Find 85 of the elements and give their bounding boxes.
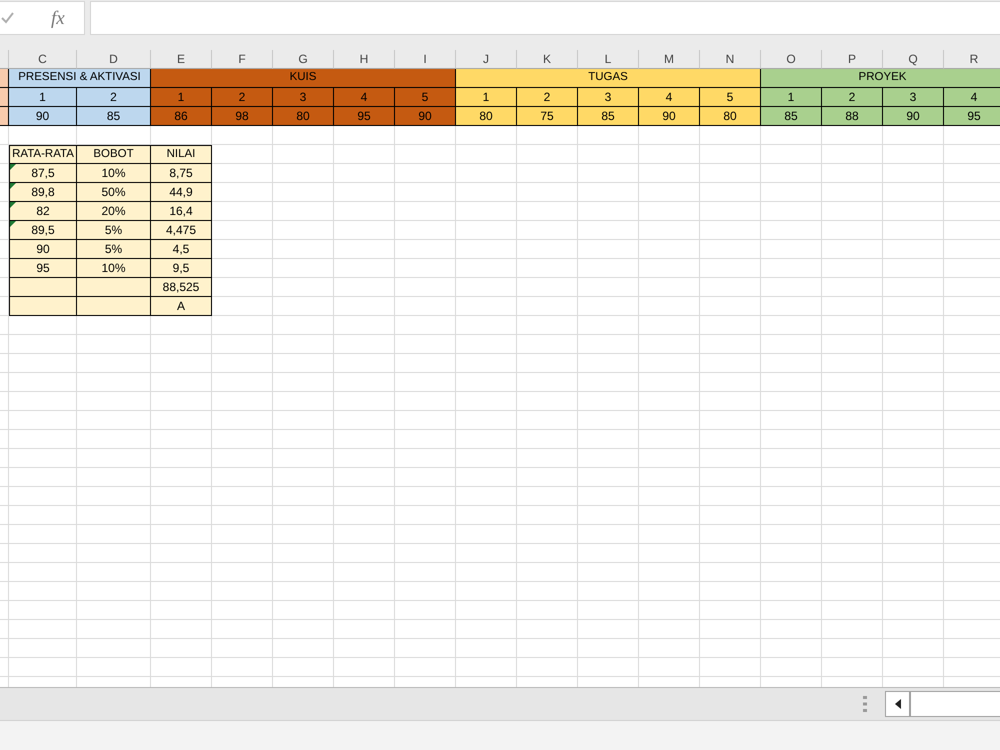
table-cell: 90 [883, 107, 944, 126]
table-cell: 90 [9, 240, 77, 259]
table-cell: 98 [212, 107, 273, 126]
column-header[interactable]: D [77, 50, 151, 69]
column-header[interactable]: P [822, 50, 883, 69]
table-cell: 4 [944, 88, 1000, 107]
table-cell: A [151, 297, 212, 316]
table-cell: 90 [9, 107, 77, 126]
table-cell: 10% [77, 164, 151, 183]
group-header: TUGAS [456, 69, 761, 88]
table-cell: 4,5 [151, 240, 212, 259]
column-heading: RATA-RATA [9, 145, 77, 164]
table-cell: 80 [456, 107, 517, 126]
table-cell: 87,5 [9, 164, 77, 183]
table-cell: 2 [212, 88, 273, 107]
table-cell: 3 [273, 88, 334, 107]
column-heading: BOBOT [77, 145, 151, 164]
table-cell: 50% [77, 183, 151, 202]
table-cell: 4 [334, 88, 395, 107]
table-cell: 89,5 [9, 221, 77, 240]
table-cell: 90 [395, 107, 456, 126]
column-heading: NILAI [151, 145, 212, 164]
table-cell: 3 [883, 88, 944, 107]
column-header[interactable]: M [639, 50, 700, 69]
table-cell: 88,525 [151, 278, 212, 297]
table-cell: 4,475 [151, 221, 212, 240]
table-cell: 20% [77, 202, 151, 221]
group-header: PRESENSI & AKTIVASI [9, 69, 151, 88]
table-cell: 5 [395, 88, 456, 107]
column-header[interactable] [0, 50, 9, 69]
table-cell: 2 [822, 88, 883, 107]
table-cell: 85 [578, 107, 639, 126]
drag-handle-icon[interactable] [863, 696, 867, 712]
table-cell: 5 [700, 88, 761, 107]
table-cell: 2 [517, 88, 578, 107]
caret-left-icon [894, 699, 900, 709]
table-cell: 95 [9, 259, 77, 278]
table-cell: 80 [700, 107, 761, 126]
table-cell: 88 [822, 107, 883, 126]
table-cell: 85 [77, 107, 151, 126]
table-cell: 5% [77, 221, 151, 240]
table-cell: 9,5 [151, 259, 212, 278]
column-header[interactable]: Q [883, 50, 944, 69]
column-header[interactable]: K [517, 50, 578, 69]
table-cell: 10% [77, 259, 151, 278]
table-cell: 82 [9, 202, 77, 221]
group-header: KUIS [151, 69, 456, 88]
insert-function-button[interactable]: fx [49, 8, 67, 28]
column-header[interactable]: H [334, 50, 395, 69]
formula-input[interactable] [90, 1, 1000, 35]
table-cell: 95 [334, 107, 395, 126]
table-cell: 4 [639, 88, 700, 107]
table-cell: 16,4 [151, 202, 212, 221]
table-cell: 2 [77, 88, 151, 107]
check-icon[interactable] [1, 12, 14, 24]
table-cell: 89,8 [9, 183, 77, 202]
colored-cell [0, 88, 9, 107]
table-cell: 1 [151, 88, 212, 107]
column-header[interactable]: G [273, 50, 334, 69]
table-cell: 85 [761, 107, 822, 126]
table-cell: 86 [151, 107, 212, 126]
group-header: PROYEK [761, 69, 1000, 88]
table-cell: 3 [578, 88, 639, 107]
table-cell: 80 [273, 107, 334, 126]
table-cell: 8,75 [151, 164, 212, 183]
column-header[interactable]: C [9, 50, 77, 69]
table-cell: 5% [77, 240, 151, 259]
table-cell: 1 [456, 88, 517, 107]
scroll-left-button[interactable] [885, 691, 910, 717]
column-header[interactable]: F [212, 50, 273, 69]
column-header[interactable]: E [151, 50, 212, 69]
column-header[interactable]: R [944, 50, 1000, 69]
table-cell: 1 [9, 88, 77, 107]
table-cell: 44,9 [151, 183, 212, 202]
column-header[interactable]: I [395, 50, 456, 69]
table-cell: 95 [944, 107, 1000, 126]
column-header[interactable]: J [456, 50, 517, 69]
column-header[interactable]: O [761, 50, 822, 69]
column-header[interactable]: L [578, 50, 639, 69]
horizontal-scrollbar[interactable] [910, 691, 1000, 717]
table-cell: 75 [517, 107, 578, 126]
table-cell: 90 [639, 107, 700, 126]
colored-cell [0, 107, 9, 126]
column-header[interactable]: N [700, 50, 761, 69]
table-cell: 1 [761, 88, 822, 107]
